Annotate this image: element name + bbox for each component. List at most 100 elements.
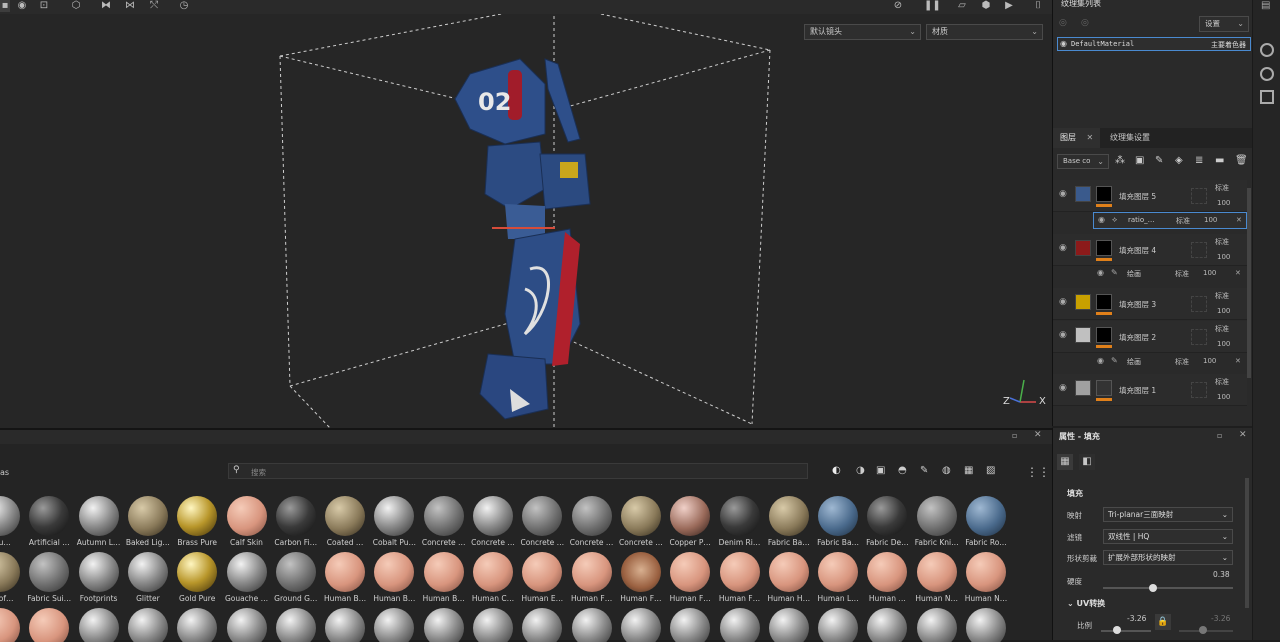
material-row[interactable]: ◉ DefaultMaterial 主要着色器: [1057, 37, 1251, 51]
tab-layers[interactable]: 图层 ✕: [1053, 128, 1101, 148]
material-tile[interactable]: Concrete …: [518, 496, 566, 552]
material-tile[interactable]: Ground G…: [272, 552, 320, 608]
material-tile[interactable]: [420, 608, 468, 642]
material-tile[interactable]: Human N…: [962, 552, 1010, 608]
material-tile[interactable]: Footprints: [75, 552, 123, 608]
uv-section-title[interactable]: ⌄ UV转换: [1067, 598, 1105, 609]
eye-icon[interactable]: ◉: [1059, 189, 1067, 199]
material-tile[interactable]: [617, 608, 665, 642]
channel-select[interactable]: Base co ⌄: [1057, 154, 1109, 169]
search-input[interactable]: ⚲ 搜索: [228, 463, 808, 479]
material-tile[interactable]: [370, 608, 418, 642]
material-tile[interactable]: [0, 608, 24, 642]
scale-slider-handle[interactable]: [1199, 626, 1207, 634]
material-tile[interactable]: Concrete …: [568, 496, 616, 552]
layers-icon[interactable]: ▤: [1261, 0, 1270, 11]
eye-icon[interactable]: ◉: [1059, 383, 1067, 393]
material-tile[interactable]: [863, 608, 911, 642]
eye-icon[interactable]: ◉: [1097, 268, 1104, 277]
camera-icon[interactable]: ⌷: [1032, 0, 1044, 12]
opacity-value[interactable]: 100: [1203, 357, 1216, 365]
scale-value-2[interactable]: -3.26: [1211, 614, 1230, 623]
environment-icon[interactable]: ▨: [986, 465, 995, 476]
material-tile[interactable]: [765, 608, 813, 642]
close-icon[interactable]: ✕: [1034, 430, 1042, 440]
material-filter-icon[interactable]: ◑: [856, 465, 865, 476]
material-tile[interactable]: …Sof…: [0, 552, 24, 608]
material-tile[interactable]: Human B…: [420, 552, 468, 608]
eye-icon[interactable]: ◉: [1097, 356, 1104, 365]
robot-arm-model[interactable]: 02: [454, 58, 591, 420]
material-tile[interactable]: [272, 608, 320, 642]
brush-icon[interactable]: ✎: [1155, 155, 1163, 166]
material-tile[interactable]: Human F…: [666, 552, 714, 608]
material-tile[interactable]: [223, 608, 271, 642]
shelf-category-label[interactable]: as: [0, 468, 9, 477]
material-tile[interactable]: [716, 608, 764, 642]
layer-row[interactable]: ◉ 填充图层 1 标准 100: [1053, 374, 1247, 406]
material-tile[interactable]: Brass Pure: [173, 496, 221, 552]
folder-icon[interactable]: ▬: [1215, 155, 1224, 166]
fill-tab-icon[interactable]: ▦: [1057, 454, 1073, 470]
settings-icon[interactable]: [1260, 43, 1274, 57]
frame-icon[interactable]: ▱: [956, 0, 968, 12]
trash-icon[interactable]: 🗑: [1235, 155, 1248, 166]
material-tile[interactable]: Baked Lig…: [124, 496, 172, 552]
material-tile[interactable]: Copper P…: [666, 496, 714, 552]
cube-display-icon[interactable]: ⬢: [980, 0, 992, 12]
layer-row[interactable]: ◉ 填充图层 3 标准 100: [1053, 288, 1247, 320]
properties-scrollbar[interactable]: [1245, 478, 1249, 608]
material-tile[interactable]: [666, 608, 714, 642]
filter-dropdown[interactable]: 双线性 | HQ ⌄: [1103, 529, 1233, 544]
material-tile[interactable]: Carbon Fi…: [272, 496, 320, 552]
layer-mask-thumb[interactable]: [1096, 380, 1112, 396]
material-tile[interactable]: Human B…: [321, 552, 369, 608]
material-tile[interactable]: Gouache …: [223, 552, 271, 608]
hide-icon[interactable]: ⊘: [892, 0, 904, 12]
blend-mode[interactable]: 标准: [1175, 269, 1189, 279]
blend-mode[interactable]: 标准: [1215, 291, 1229, 301]
layer-mask-thumb[interactable]: [1096, 186, 1112, 202]
3d-viewport[interactable]: 02 Z X 默认镜头 ⌄ 材质 ⌄: [0, 14, 1052, 428]
pause-icon[interactable]: ❚❚: [924, 0, 941, 12]
opacity-value[interactable]: 100: [1217, 393, 1230, 401]
layer-mask-thumb[interactable]: [1096, 294, 1112, 310]
material-tile[interactable]: Fabric Kni…: [913, 496, 961, 552]
lazy-mouse-icon[interactable]: ⤲: [148, 0, 160, 12]
select-tool-icon[interactable]: ▪: [0, 0, 10, 12]
opacity-value[interactable]: 100: [1217, 199, 1230, 207]
opacity-value[interactable]: 100: [1204, 216, 1217, 224]
maximize-icon[interactable]: ▫: [1012, 431, 1017, 440]
close-icon[interactable]: ✕: [1235, 269, 1241, 277]
particle-icon[interactable]: ◍: [942, 465, 951, 476]
material-tile[interactable]: Artificial …: [25, 496, 73, 552]
material-tile[interactable]: Fabric Ba…: [814, 496, 862, 552]
material-tile[interactable]: [568, 608, 616, 642]
material-shader[interactable]: 主要着色器: [1211, 40, 1246, 50]
tab-texture-set-settings[interactable]: 纹理集设置: [1103, 128, 1157, 148]
close-icon[interactable]: ✕: [1239, 430, 1247, 440]
material-tile[interactable]: Denim Ri…: [716, 496, 764, 552]
history-icon[interactable]: [1260, 67, 1274, 81]
eye-icon[interactable]: ◉: [1098, 215, 1105, 224]
wand-icon[interactable]: ⁂: [1115, 155, 1125, 166]
sphere-filter-icon[interactable]: ◐: [832, 465, 841, 476]
material-tile[interactable]: Human E…: [518, 552, 566, 608]
material-tile[interactable]: [518, 608, 566, 642]
grid-view-icon[interactable]: ⋮⋮: [1026, 465, 1050, 479]
material-tile[interactable]: Human H…: [765, 552, 813, 608]
opacity-value[interactable]: 100: [1217, 340, 1230, 348]
material-tile[interactable]: Gold Pure: [173, 552, 221, 608]
opacity-value[interactable]: 100: [1217, 307, 1230, 315]
blend-mode[interactable]: 标准: [1215, 183, 1229, 193]
symmetry-icon[interactable]: ⋈: [124, 0, 136, 12]
effect-row[interactable]: ◉ ✎ 绘画 标准 100 ✕: [1093, 266, 1247, 283]
material-tile[interactable]: Human F…: [617, 552, 665, 608]
layer-mask-thumb[interactable]: [1096, 327, 1112, 343]
mirror-icon[interactable]: ⧓: [100, 0, 112, 12]
material-tile[interactable]: Fabric Ba…: [765, 496, 813, 552]
settings-dropdown[interactable]: 设置 ⌄: [1199, 16, 1249, 32]
blend-mode[interactable]: 标准: [1215, 377, 1229, 387]
texture-filter-icon[interactable]: ▣: [876, 465, 885, 476]
close-icon[interactable]: ✕: [1087, 133, 1094, 142]
